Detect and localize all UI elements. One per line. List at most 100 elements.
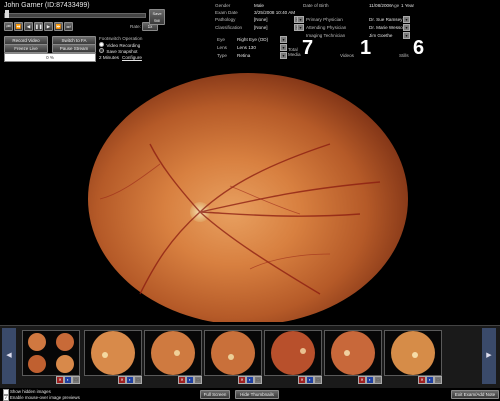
select-icon[interactable]: □ (72, 376, 80, 384)
dob-label: Date of Birth (303, 3, 329, 8)
lens-label: Lens (217, 45, 227, 50)
thumbnail-image (91, 331, 135, 375)
primary-physician-value: Dr. Sue Ramsey (369, 17, 403, 22)
delete-icon[interactable]: ✕ (298, 376, 306, 384)
hide-icon[interactable]: ◐ (186, 376, 194, 384)
total-media-label: Total Media (288, 47, 301, 57)
radio-empty-icon (99, 48, 104, 53)
lens-dropdown-icon[interactable]: ▾ (280, 44, 287, 51)
select-icon[interactable]: □ (314, 376, 322, 384)
progress-bar: 0 % (4, 53, 96, 62)
thumbnail-still[interactable] (204, 330, 262, 376)
select-icon[interactable]: □ (134, 376, 142, 384)
freeze-live-button[interactable]: Freeze Live (4, 44, 48, 53)
eye-dropdown-icon[interactable]: ▾ (280, 36, 287, 43)
hide-icon[interactable]: ◐ (126, 376, 134, 384)
eye-label: Eye (217, 37, 225, 42)
radio-snapshot-label: Save Snapshot (106, 49, 138, 54)
select-icon[interactable]: □ (374, 376, 382, 384)
delete-icon[interactable]: ✕ (56, 376, 64, 384)
delete-icon[interactable]: ✕ (358, 376, 366, 384)
exam-date-label: Exam Date (215, 10, 238, 15)
configure-link[interactable]: Configure (122, 55, 142, 60)
thumbnail-still[interactable] (144, 330, 202, 376)
enable-preview-label: Enable mouse-over image previews (10, 395, 80, 400)
delete-icon[interactable]: ✕ (118, 376, 126, 384)
imaging-technician-value: Jim Goethe (369, 33, 393, 38)
videos-count: 1 (360, 37, 372, 59)
skip-start-icon[interactable]: ⏮ (4, 22, 13, 31)
enable-preview-checkbox[interactable]: ✓ (3, 395, 9, 401)
delete-icon[interactable]: ✕ (238, 376, 246, 384)
stills-count: 6 (413, 37, 425, 59)
classification-value: [None] (254, 25, 268, 30)
save-still-button[interactable]: Save Still (149, 9, 165, 25)
age-value: 1 Year (401, 3, 415, 8)
hide-icon[interactable]: ◐ (64, 376, 72, 384)
pause-icon[interactable]: ❚❚ (34, 22, 43, 31)
timeline-slider[interactable] (4, 13, 146, 18)
footswitch-title: Footswitch Operation (99, 36, 143, 41)
thumbnail-image (271, 331, 315, 375)
primary-physician-select-icon[interactable]: ▾ (403, 16, 410, 23)
gender-value: Male (254, 3, 264, 8)
primary-physician-dropdown-icon[interactable]: ▾ (297, 16, 304, 23)
attending-physician-value: Dr. Marie Wesson (369, 25, 406, 30)
classification-label: Classification (215, 25, 243, 30)
select-icon[interactable]: □ (254, 376, 262, 384)
progress-text: 0 % (46, 55, 54, 60)
attending-physician-label: Attending Physician (306, 25, 347, 30)
pathology-label: Pathology (215, 17, 236, 22)
radio-selected-icon (99, 42, 104, 47)
thumbnail-still[interactable] (324, 330, 382, 376)
radio-save-snapshot[interactable]: Save Snapshot (99, 48, 138, 55)
thumbnail-video[interactable] (22, 330, 80, 376)
thumbnail-image (211, 331, 255, 375)
thumbnail-still[interactable] (264, 330, 322, 376)
skip-end-icon[interactable]: ⏭ (64, 22, 73, 31)
hide-icon[interactable]: ◐ (306, 376, 314, 384)
pathology-value: [None] (254, 17, 268, 22)
eye-value: Right Eye (OD) (237, 37, 269, 42)
exam-date-value: 3/25/2008 10:40 AM (254, 10, 296, 15)
gender-label: Gender (215, 3, 231, 8)
thumbnail-image (391, 331, 435, 375)
step-forward-icon[interactable]: ⏩ (54, 22, 63, 31)
imaging-technician-select-icon[interactable]: ▾ (403, 32, 410, 39)
hide-icon[interactable]: ◐ (366, 376, 374, 384)
select-icon[interactable]: □ (434, 376, 442, 384)
age-label: Age (391, 3, 400, 8)
hide-icon[interactable]: ◐ (426, 376, 434, 384)
main-image-viewer[interactable] (0, 64, 500, 325)
patient-title: John Garner (ID:87433499) (4, 2, 90, 9)
thumbnail-image (151, 331, 195, 375)
fundus-image (88, 73, 408, 325)
hide-icon[interactable]: ◐ (246, 376, 254, 384)
pause-stream-button[interactable]: Pause Stream (52, 44, 96, 53)
hide-thumbnails-button[interactable]: Hide Thumbnails (235, 390, 279, 399)
rate-label: Rate: (130, 24, 141, 29)
delete-icon[interactable]: ✕ (418, 376, 426, 384)
step-back-icon[interactable]: ⏪ (14, 22, 23, 31)
play-icon[interactable]: ▶ (44, 22, 53, 31)
thumbnail-still[interactable] (384, 330, 442, 376)
play-back-icon[interactable]: ◀ (24, 22, 33, 31)
exit-exam-button[interactable]: Exit Exam/Add Note (451, 390, 499, 399)
select-icon[interactable]: □ (194, 376, 202, 384)
delete-icon[interactable]: ✕ (178, 376, 186, 384)
type-dropdown-icon[interactable]: ▾ (280, 52, 287, 59)
dob-value: 11/08/2006 (369, 3, 392, 8)
type-label: Type (217, 53, 227, 58)
attending-physician-select-icon[interactable]: ▾ (403, 24, 410, 31)
show-hidden-label: Show hidden images (10, 389, 51, 394)
transport-controls: ⏮ ⏪ ◀ ❚❚ ▶ ⏩ ⏭ (4, 22, 94, 31)
lens-value: Lens 130 (237, 45, 256, 50)
minutes-text: 2 Minutes (99, 55, 119, 60)
total-media-count: 7 (302, 37, 314, 59)
timeline-slider-handle[interactable] (5, 10, 9, 18)
thumbnail-actions: ✕ ◐ □ ✕ ◐ □ ✕ ◐ □ ✕ ◐ □ ✕ ◐ □ ✕ ◐ □ ✕ ◐ … (0, 376, 500, 384)
thumbnail-image (331, 331, 375, 375)
thumbnail-still[interactable] (84, 330, 142, 376)
attending-physician-dropdown-icon[interactable]: ▾ (297, 24, 304, 31)
full-screen-button[interactable]: Full Screen (200, 390, 230, 399)
